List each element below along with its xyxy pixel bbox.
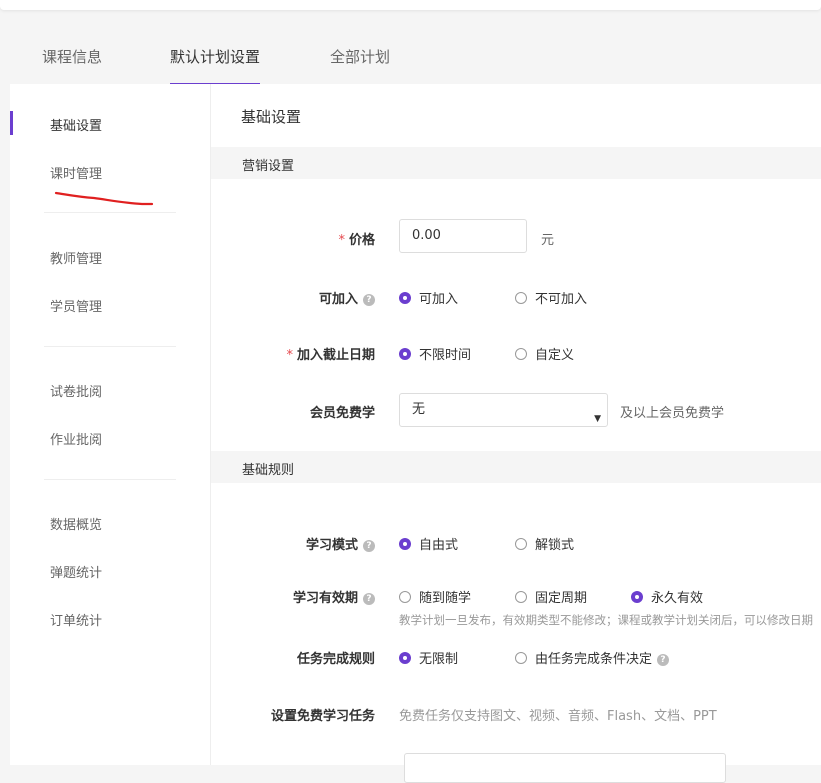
radio-mode-unlock[interactable]: 解锁式 [515, 534, 574, 553]
radio-dot [399, 652, 411, 664]
radio-dot [399, 591, 411, 603]
caret-down-icon: ▼ [594, 414, 601, 424]
radio-dot [515, 348, 527, 360]
radio-validity-fixed-period[interactable]: 固定周期 [515, 587, 587, 606]
radio-dot [399, 348, 411, 360]
price-input[interactable]: 0.00 [399, 219, 527, 253]
free-task-list-box[interactable] [404, 753, 726, 783]
free-task-hint: 免费任务仅支持图文、视频、音频、Flash、文档、PPT [399, 709, 717, 724]
sidebar-item-order-stats[interactable]: 订单统计 [50, 610, 102, 629]
tab-all-plans[interactable]: 全部计划 [330, 46, 390, 83]
sidebar-item-teacher-management[interactable]: 教师管理 [50, 248, 102, 267]
learning-mode-label: 学习模式? [211, 534, 375, 553]
vip-free-suffix: 及以上会员免费学 [620, 406, 725, 421]
radio-joinable-no[interactable]: 不可加入 [515, 288, 587, 307]
radio-deadline-unlimited[interactable]: 不限时间 [399, 344, 471, 363]
sidebar-item-basic-settings[interactable]: 基础设置 [50, 115, 102, 134]
radio-joinable-yes[interactable]: 可加入 [399, 288, 458, 307]
question-circle-icon[interactable]: ? [657, 654, 670, 666]
sidebar-item-lesson-management[interactable]: 课时管理 [50, 163, 102, 182]
price-unit: 元 [541, 233, 555, 248]
sidebar-item-popup-question-stats[interactable]: 弹题统计 [50, 562, 102, 581]
section-header-label: 基础规则 [242, 463, 295, 478]
radio-dot [631, 591, 643, 603]
sidebar-divider [44, 479, 176, 480]
vip-level-selected: 无 [412, 402, 426, 417]
required-asterisk: * [338, 233, 345, 248]
radio-validity-anytime[interactable]: 随到随学 [399, 587, 471, 606]
radio-dot [515, 652, 527, 664]
validity-hint: 教学计划一旦发布，有效期类型不能修改；课程或教学计划关闭后，可以修改日期 [399, 613, 813, 627]
main-content: 基础设置 营销设置 * 价格 0.00 元 可加入? 可加入 不可加入 * 加入截止… [211, 84, 821, 783]
sidebar-active-marker [10, 111, 13, 135]
top-header-bar [0, 0, 821, 10]
sidebar-divider [44, 212, 176, 213]
radio-validity-permanent[interactable]: 永久有效 [631, 587, 703, 606]
task-rule-label: 任务完成规则 [296, 652, 375, 667]
question-circle-icon[interactable]: ? [363, 540, 375, 552]
deadline-label: * 加入截止日期 [286, 348, 375, 363]
sidebar-item-student-management[interactable]: 学员管理 [50, 296, 102, 315]
required-asterisk: * [286, 348, 293, 363]
radio-dot [399, 538, 411, 550]
radio-dot [515, 292, 527, 304]
tab-course-info[interactable]: 课程信息 [42, 46, 102, 83]
radio-mode-free[interactable]: 自由式 [399, 534, 458, 553]
red-underline-annotation [54, 191, 154, 206]
question-circle-icon[interactable]: ? [363, 593, 375, 605]
radio-dot [515, 538, 527, 550]
radio-deadline-custom[interactable]: 自定义 [515, 344, 574, 363]
settings-panel: 基础设置 课时管理 教师管理 学员管理 试卷批阅 作业批阅 数据概览 弹题统计 … [10, 84, 821, 783]
radio-dot [515, 591, 527, 603]
vip-free-label: 会员免费学 [309, 406, 375, 421]
free-task-label: 设置免费学习任务 [270, 709, 375, 724]
radio-task-by-condition[interactable]: 由任务完成条件决定? [515, 648, 670, 667]
tab-bar: 课程信息 默认计划设置 全部计划 [0, 30, 821, 85]
sidebar: 基础设置 课时管理 教师管理 学员管理 试卷批阅 作业批阅 数据概览 弹题统计 … [10, 84, 211, 765]
vip-level-select[interactable]: 无 ▼ [399, 393, 608, 427]
sidebar-item-exam-grading[interactable]: 试卷批阅 [50, 381, 102, 400]
sidebar-divider [44, 346, 176, 347]
section-header-basic-rules: 基础规则 [211, 451, 821, 483]
radio-dot [399, 292, 411, 304]
validity-label: 学习有效期? [211, 587, 375, 606]
question-circle-icon[interactable]: ? [363, 294, 375, 306]
section-header-marketing: 营销设置 [211, 147, 821, 179]
price-label: * 价格 [338, 233, 375, 248]
sidebar-item-data-overview[interactable]: 数据概览 [50, 514, 102, 533]
tab-default-plan-settings[interactable]: 默认计划设置 [170, 46, 261, 85]
sidebar-item-homework-grading[interactable]: 作业批阅 [50, 429, 102, 448]
joinable-label: 可加入? [211, 288, 375, 307]
section-header-label: 营销设置 [242, 159, 295, 174]
radio-task-unlimited[interactable]: 无限制 [399, 648, 458, 667]
page-title: 基础设置 [241, 108, 302, 126]
